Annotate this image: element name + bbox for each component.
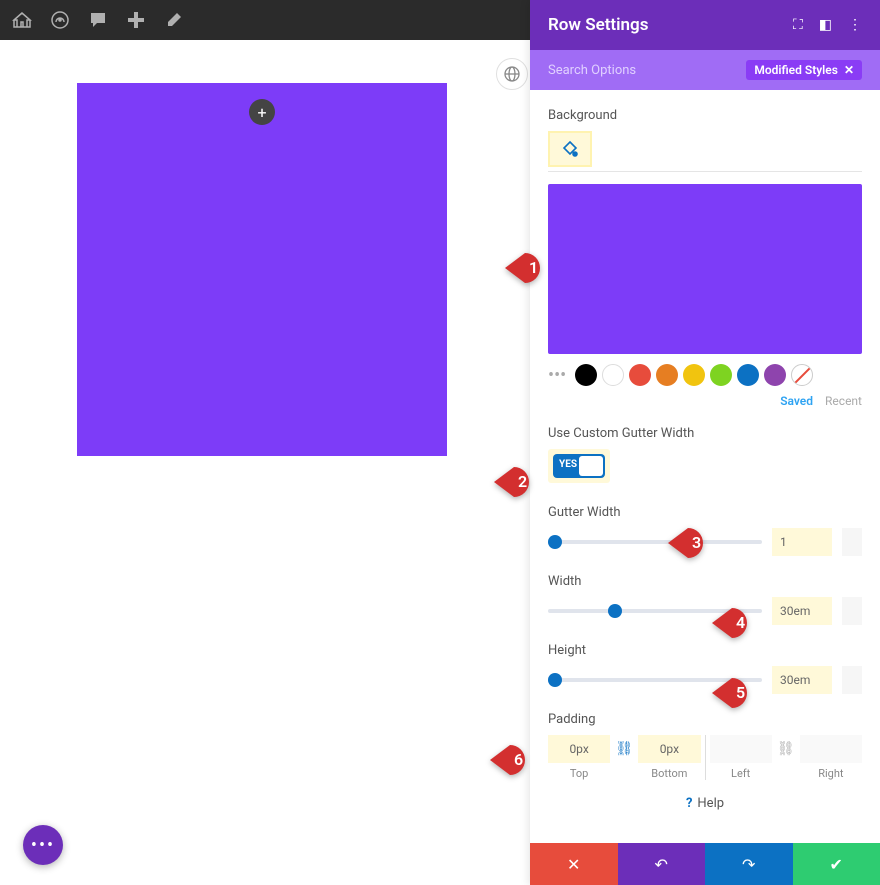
background-label: Background (548, 108, 862, 123)
callout-2: 2 (494, 462, 550, 502)
page-canvas: + ••• (0, 40, 530, 885)
search-options[interactable]: Search Options (548, 63, 636, 78)
padding-right-label: Right (800, 767, 862, 780)
plus-icon[interactable] (124, 8, 148, 32)
help-link[interactable]: ? Help (548, 796, 862, 819)
gutter-width-input[interactable]: 1 (772, 528, 832, 556)
padding-label: Padding (548, 712, 862, 727)
height-label: Height (548, 643, 862, 658)
close-icon[interactable]: ✕ (844, 63, 854, 77)
snap-icon[interactable]: ◧ (819, 17, 832, 33)
recent-tab[interactable]: Recent (825, 394, 862, 408)
padding-top-input[interactable]: 0px (548, 735, 610, 763)
panel-title: Row Settings (548, 15, 777, 35)
callout-6: 6 (490, 740, 546, 780)
swatch-orange[interactable] (656, 364, 678, 386)
callout-1: 1 (505, 248, 561, 288)
swatch-row: ••• (548, 364, 862, 386)
panel-subheader: Search Options Modified Styles✕ (530, 50, 880, 90)
panel-body: Background ••• Saved Recent Use Custom G… (530, 90, 880, 843)
swatch-white[interactable] (602, 364, 624, 386)
swatch-purple[interactable] (764, 364, 786, 386)
discard-button[interactable]: ✕ (530, 843, 618, 885)
add-module-button[interactable]: + (249, 99, 275, 125)
padding-bottom-label: Bottom (638, 767, 700, 780)
edit-icon[interactable] (162, 8, 186, 32)
width-label: Width (548, 574, 862, 589)
height-input[interactable]: 30em (772, 666, 832, 694)
gutter-toggle[interactable]: YES (553, 454, 605, 478)
help-icon: ? (686, 796, 692, 811)
callout-3: 3 (668, 523, 724, 563)
menu-icon[interactable]: ⋮ (848, 17, 862, 33)
dashboard-icon[interactable] (48, 8, 72, 32)
swatch-green[interactable] (710, 364, 732, 386)
callout-4: 4 (712, 603, 768, 643)
panel-footer: ✕ ↶ ↷ ✔ (530, 843, 880, 885)
padding-link-lr-icon[interactable]: ⛓ (772, 735, 800, 763)
gutter-toggle-label: Use Custom Gutter Width (548, 426, 862, 441)
color-preview[interactable] (548, 184, 862, 354)
modified-styles-badge[interactable]: Modified Styles✕ (746, 60, 862, 80)
panel-header: Row Settings ⛶ ◧ ⋮ (530, 0, 880, 50)
callout-5: 5 (712, 673, 768, 713)
row-preview-box[interactable]: + (77, 83, 447, 456)
swatch-red[interactable] (629, 364, 651, 386)
gutter-width-slider[interactable] (548, 540, 762, 544)
undo-button[interactable]: ↶ (618, 843, 706, 885)
swatch-black[interactable] (575, 364, 597, 386)
swatch-blue[interactable] (737, 364, 759, 386)
width-unit[interactable] (842, 597, 862, 625)
padding-link-tb-icon[interactable]: ⛓ (610, 735, 638, 763)
gutter-width-unit[interactable] (842, 528, 862, 556)
background-color-tab[interactable] (548, 131, 592, 167)
globe-icon[interactable] (496, 58, 528, 90)
settings-panel: Row Settings ⛶ ◧ ⋮ Search Options Modifi… (530, 0, 880, 885)
expand-icon[interactable]: ⛶ (793, 17, 803, 33)
width-input[interactable]: 30em (772, 597, 832, 625)
padding-bottom-input[interactable]: 0px (638, 735, 700, 763)
home-icon[interactable] (10, 8, 34, 32)
padding-top-label: Top (548, 767, 610, 780)
padding-left-input[interactable] (710, 735, 772, 763)
height-unit[interactable] (842, 666, 862, 694)
saved-tab[interactable]: Saved (780, 394, 813, 408)
save-button[interactable]: ✔ (793, 843, 880, 885)
padding-left-label: Left (710, 767, 772, 780)
swatch-yellow[interactable] (683, 364, 705, 386)
builder-fab-button[interactable]: ••• (23, 825, 63, 865)
padding-right-input[interactable] (800, 735, 862, 763)
gutter-width-label: Gutter Width (548, 505, 862, 520)
comment-icon[interactable] (86, 8, 110, 32)
redo-button[interactable]: ↷ (705, 843, 793, 885)
more-swatches-icon[interactable]: ••• (548, 365, 566, 386)
swatch-none[interactable] (791, 364, 813, 386)
